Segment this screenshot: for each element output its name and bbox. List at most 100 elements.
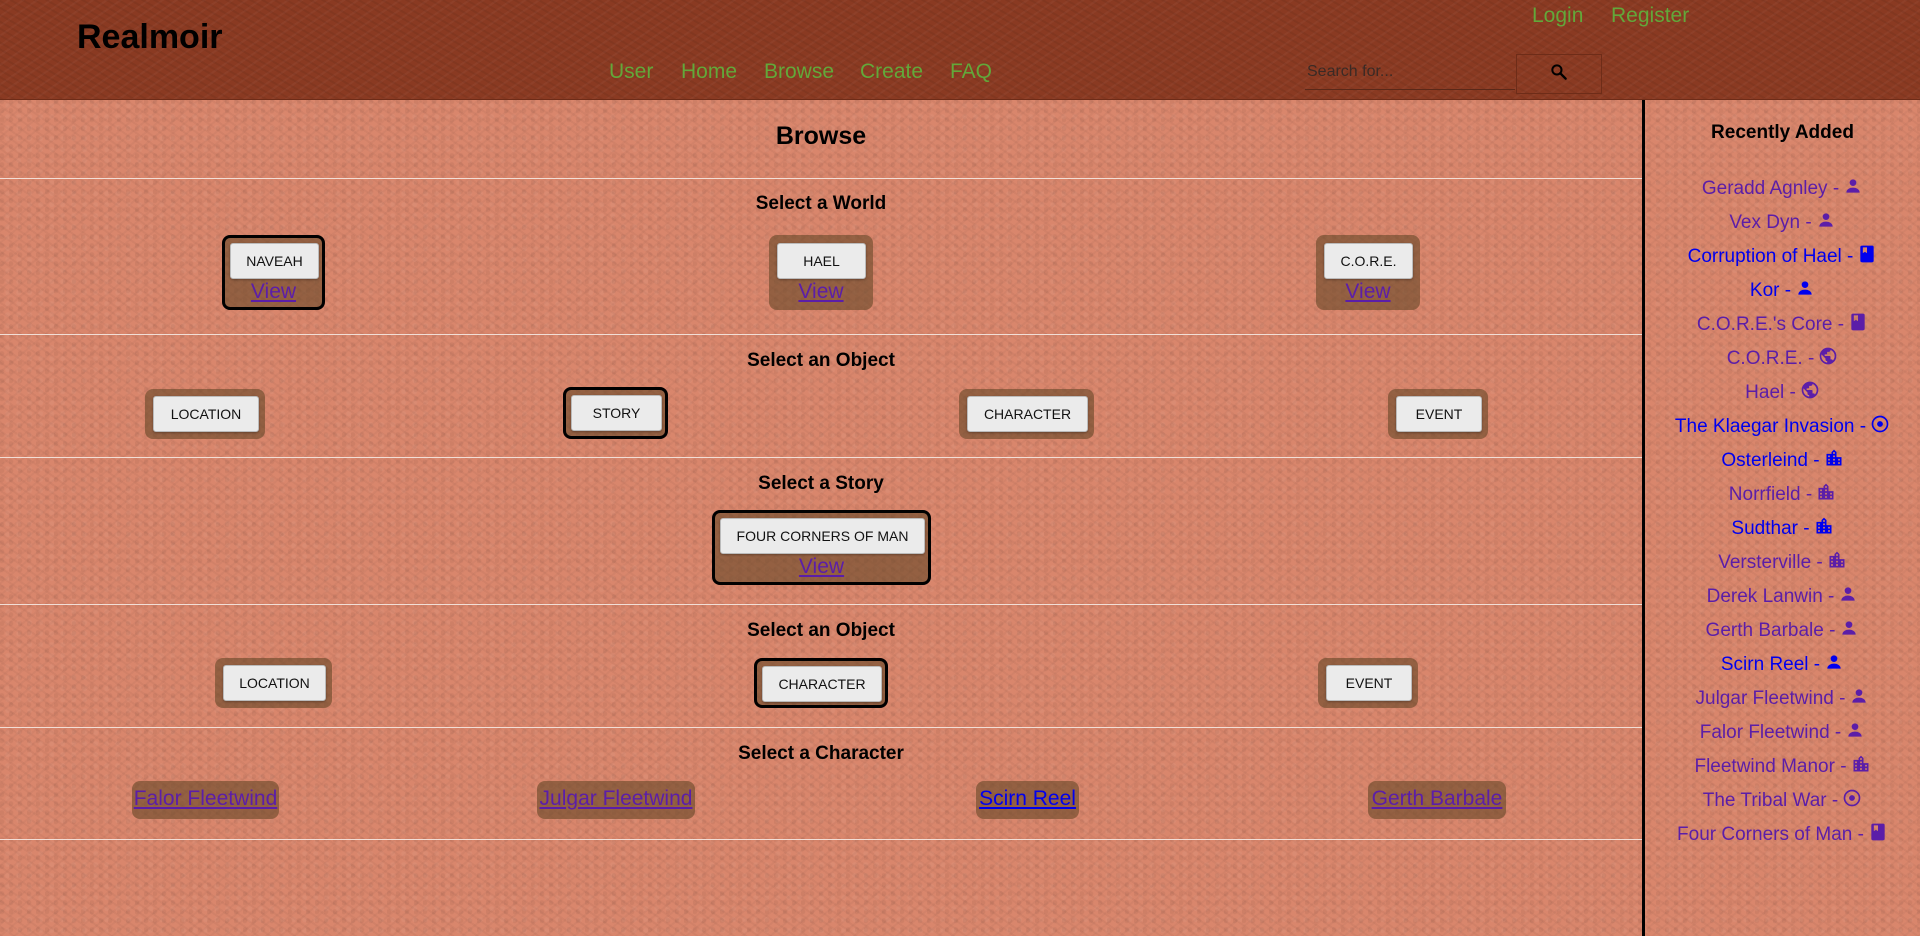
book-icon [1857, 242, 1877, 263]
recent-item: Kor - [1645, 274, 1920, 308]
recent-item: Four Corners of Man - [1645, 818, 1920, 852]
login-link[interactable]: Login [1532, 4, 1583, 28]
recent-item-link[interactable]: Osterleind - [1721, 450, 1819, 471]
city-icon [1824, 446, 1844, 466]
recent-item: Osterleind - [1645, 444, 1920, 478]
recent-item: Fleetwind Manor - [1645, 750, 1920, 784]
recent-item: Corruption of Hael - [1645, 240, 1920, 274]
character-link-scirn-reel[interactable]: Scirn Reel [976, 781, 1079, 817]
character-section-title: Select a Character [738, 743, 904, 764]
person-icon [1816, 208, 1836, 228]
globe-icon [1818, 344, 1838, 365]
recent-item-link[interactable]: Versterville - [1718, 552, 1823, 573]
site-header: Realmoir Login Register User Home Browse… [0, 0, 1920, 100]
story-view-link[interactable]: View [715, 555, 928, 579]
recent-item-link[interactable]: Derek Lanwin - [1707, 586, 1835, 607]
object-button-event[interactable]: EVENT [1326, 665, 1412, 701]
divider [0, 727, 1642, 728]
object-card-event: EVENT [1318, 658, 1418, 708]
object-button-location[interactable]: LOCATION [223, 665, 326, 701]
recent-item: Julgar Fleetwind - [1645, 682, 1920, 716]
recent-item-link[interactable]: Julgar Fleetwind - [1696, 688, 1846, 709]
register-link[interactable]: Register [1611, 4, 1689, 28]
recent-item-link[interactable]: Falor Fleetwind - [1700, 722, 1842, 743]
object-card-event: EVENT [1388, 389, 1488, 439]
character-card: Scirn Reel [976, 781, 1079, 819]
recent-item: Norrfield - [1645, 478, 1920, 512]
character-card: Falor Fleetwind [132, 781, 279, 819]
recent-item-link[interactable]: Sudthar - [1731, 518, 1809, 539]
recently-added-sidebar: Recently Added Geradd Agnley - Vex Dyn - C… [1642, 100, 1920, 936]
divider [0, 604, 1642, 605]
object-button-location[interactable]: LOCATION [153, 396, 259, 432]
recent-item-link[interactable]: Four Corners of Man - [1677, 824, 1864, 845]
object-section-title: Select an Object [747, 350, 895, 371]
recent-item-link[interactable]: Kor - [1750, 280, 1791, 301]
divider [0, 839, 1642, 840]
book-icon [1848, 310, 1868, 331]
recent-item-link[interactable]: C.O.R.E. - [1727, 348, 1815, 369]
recent-item-link[interactable]: Scirn Reel - [1721, 654, 1820, 675]
world-view-link[interactable]: View [225, 280, 322, 304]
nav-user[interactable]: User [609, 60, 653, 84]
nav-create[interactable]: Create [860, 60, 923, 84]
recent-item-link[interactable]: Gerth Barbale - [1706, 620, 1836, 641]
story-button-four-corners[interactable]: FOUR CORNERS OF MAN [720, 518, 925, 554]
recent-item: Gerth Barbale - [1645, 614, 1920, 648]
recent-item-link[interactable]: Fleetwind Manor - [1694, 756, 1846, 777]
character-link-julgar-fleetwind[interactable]: Julgar Fleetwind [537, 781, 695, 817]
world-card-hael: HAEL View [769, 235, 873, 310]
recent-item-link[interactable]: Corruption of Hael - [1688, 246, 1854, 267]
world-view-link[interactable]: View [1316, 280, 1420, 304]
recent-item-link[interactable]: Vex Dyn - [1729, 212, 1811, 233]
world-view-link[interactable]: View [769, 280, 873, 304]
recent-item: C.O.R.E. - [1645, 342, 1920, 376]
person-icon [1845, 718, 1865, 738]
person-icon [1839, 616, 1859, 636]
recent-item: The Klaegar Invasion - [1645, 410, 1920, 444]
recent-item: Falor Fleetwind - [1645, 716, 1920, 750]
person-icon [1843, 174, 1863, 194]
person-icon [1824, 650, 1844, 670]
person-icon [1838, 582, 1858, 602]
nav-home[interactable]: Home [681, 60, 737, 84]
object-button-character[interactable]: CHARACTER [967, 396, 1088, 432]
recent-item-link[interactable]: Geradd Agnley - [1702, 178, 1839, 199]
world-button-core[interactable]: C.O.R.E. [1324, 243, 1413, 279]
recent-item-link[interactable]: The Klaegar Invasion - [1675, 416, 1866, 437]
nav-faq[interactable]: FAQ [950, 60, 992, 84]
search-button[interactable] [1516, 54, 1602, 94]
page-title: Browse [775, 122, 867, 150]
recent-item: Versterville - [1645, 546, 1920, 580]
object-card-location: LOCATION [215, 658, 332, 708]
nav-browse[interactable]: Browse [764, 60, 834, 84]
object-button-character[interactable]: CHARACTER [762, 666, 882, 702]
character-link-falor-fleetwind[interactable]: Falor Fleetwind [132, 781, 279, 817]
target-icon [1870, 412, 1890, 433]
recently-added-title: Recently Added [1711, 122, 1854, 143]
story-card-four-corners: FOUR CORNERS OF MAN View [712, 510, 931, 585]
character-link-gerth-barbale[interactable]: Gerth Barbale [1368, 781, 1506, 817]
person-icon [1795, 276, 1815, 296]
recent-item-link[interactable]: The Tribal War - [1703, 790, 1839, 811]
world-button-naveah[interactable]: NAVEAH [230, 243, 319, 279]
site-logo[interactable]: Realmoir [77, 18, 223, 57]
globe-icon [1800, 378, 1820, 399]
search-input[interactable] [1305, 54, 1515, 90]
divider [0, 178, 1642, 179]
recent-item: Derek Lanwin - [1645, 580, 1920, 614]
search-icon [1549, 62, 1569, 87]
person-icon [1849, 684, 1869, 704]
world-card-core: C.O.R.E. View [1316, 235, 1420, 310]
recent-item-link[interactable]: Norrfield - [1729, 484, 1812, 505]
city-icon [1814, 514, 1834, 534]
recent-item: Geradd Agnley - [1645, 172, 1920, 206]
world-button-hael[interactable]: HAEL [777, 243, 866, 279]
object-section-title: Select an Object [747, 620, 895, 641]
object-button-event[interactable]: EVENT [1396, 396, 1482, 432]
character-card: Julgar Fleetwind [537, 781, 695, 819]
recent-item-link[interactable]: C.O.R.E.'s Core - [1697, 314, 1844, 335]
city-icon [1816, 480, 1836, 500]
object-button-story[interactable]: STORY [571, 395, 662, 431]
recent-item-link[interactable]: Hael - [1745, 382, 1796, 403]
